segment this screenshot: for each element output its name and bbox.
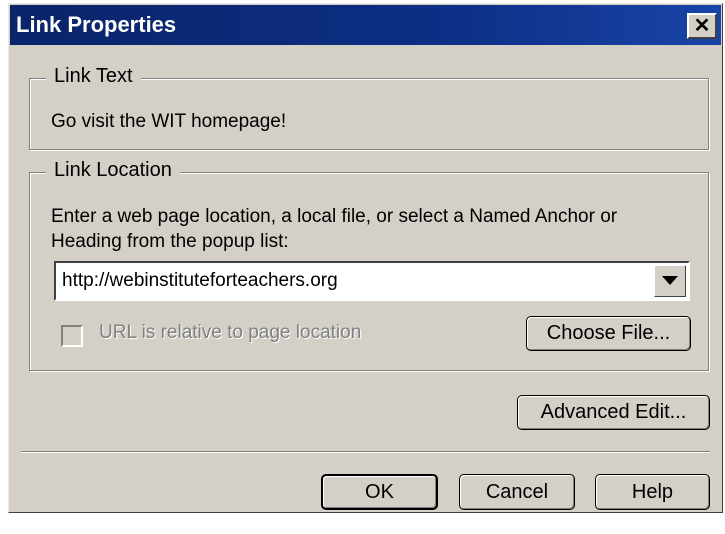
help-button[interactable]: Help — [595, 474, 710, 510]
link-text-value: Go visit the WIT homepage! — [51, 111, 287, 132]
close-icon: ✕ — [693, 15, 711, 37]
cancel-button[interactable]: Cancel — [459, 474, 575, 510]
window-title: Link Properties — [16, 12, 177, 37]
ok-button[interactable]: OK — [321, 474, 438, 510]
location-instructions-line1: Enter a web page location, a local file,… — [51, 206, 618, 227]
link-location-legend: Link Location — [46, 159, 180, 182]
link-text-group: Link Text Go visit the WIT homepage! — [29, 65, 709, 150]
relative-url-label: URL is relative to page location — [99, 322, 362, 343]
link-text-legend: Link Text — [46, 65, 141, 88]
chevron-down-icon — [662, 276, 678, 285]
url-input[interactable]: http://webinstituteforteachers.org — [62, 270, 338, 292]
location-instructions-line2: Heading from the popup list: — [51, 231, 289, 252]
relative-url-checkbox[interactable] — [61, 325, 83, 347]
advanced-edit-button[interactable]: Advanced Edit... — [517, 395, 710, 430]
url-dropdown-button[interactable] — [654, 265, 686, 297]
close-button[interactable]: ✕ — [687, 13, 717, 39]
title-bar: Link Properties ✕ — [10, 5, 721, 45]
choose-file-button[interactable]: Choose File... — [526, 316, 691, 351]
url-combobox[interactable]: http://webinstituteforteachers.org — [54, 261, 690, 301]
link-properties-dialog: Link Properties ✕ Link Text Go visit the… — [8, 3, 723, 513]
